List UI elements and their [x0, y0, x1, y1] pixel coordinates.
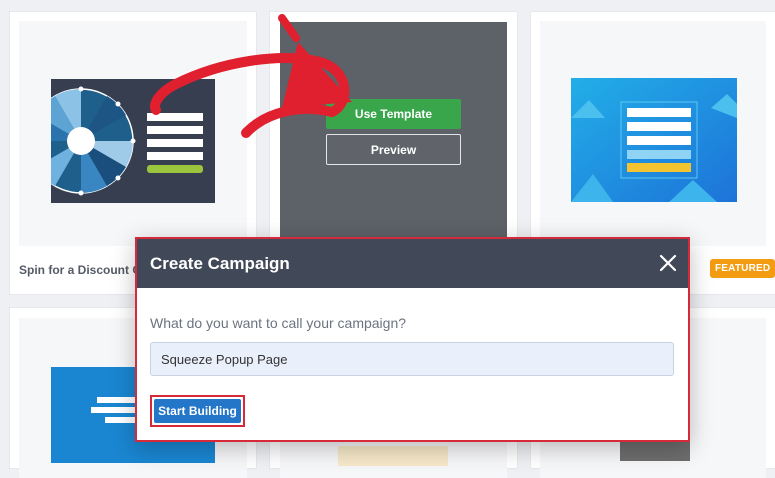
cream-thumbnail-image	[338, 446, 448, 466]
create-campaign-modal: Create Campaign What do you want to call…	[135, 237, 690, 442]
spin-wheel-thumbnail-image	[51, 79, 215, 203]
campaign-name-label: What do you want to call your campaign?	[150, 315, 407, 331]
start-building-highlight: Start Building	[150, 395, 245, 427]
modal-title: Create Campaign	[150, 254, 290, 273]
template-thumbnail	[540, 21, 766, 246]
template-thumbnail	[19, 21, 247, 246]
close-icon[interactable]	[658, 253, 678, 273]
use-template-button[interactable]: Use Template	[326, 99, 461, 129]
template-title: Spin for a Discount C	[19, 263, 142, 277]
featured-badge: FEATURED	[710, 259, 775, 278]
popup-form-thumbnail-image	[571, 78, 737, 202]
campaign-name-input[interactable]	[150, 342, 674, 376]
start-building-button[interactable]: Start Building	[154, 399, 241, 423]
preview-button[interactable]: Preview	[326, 134, 461, 165]
modal-header: Create Campaign	[137, 239, 688, 288]
